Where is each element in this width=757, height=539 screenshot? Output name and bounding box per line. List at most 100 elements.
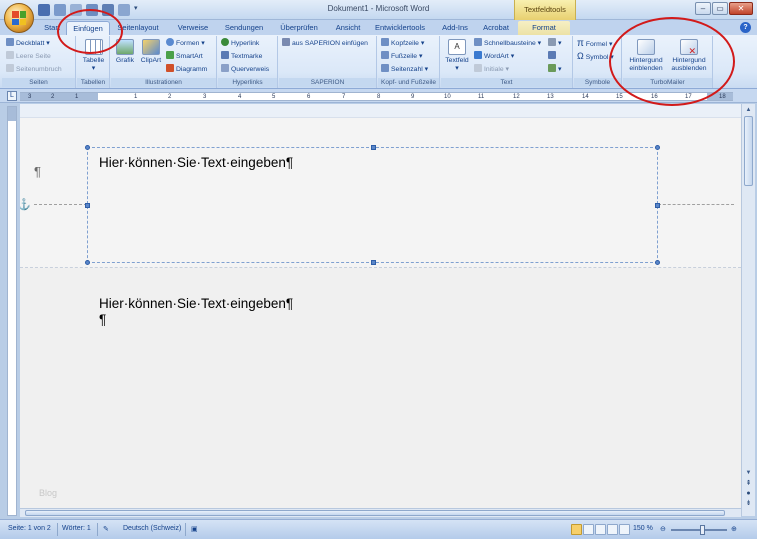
kopfzeile-button[interactable]: Kopfzeile ▾ [381, 38, 424, 49]
date-time-button[interactable] [548, 51, 558, 62]
web-layout-view-icon[interactable] [595, 524, 606, 535]
resize-handle[interactable] [371, 260, 376, 265]
clipart-button[interactable]: ClipArt [139, 38, 163, 65]
maximize-button[interactable]: ▭ [712, 2, 728, 15]
fusszeile-button[interactable]: Fußzeile ▾ [381, 51, 422, 62]
help-icon[interactable]: ? [740, 22, 751, 33]
einblenden-label-1: Hintergund [629, 57, 663, 64]
symbol-button[interactable]: Ω Symbol ▾ [577, 51, 614, 62]
body-line-1: Hier·können·Sie·Text·eingeben¶ [99, 296, 294, 311]
tab-acrobat[interactable]: Acrobat [478, 21, 514, 35]
diagramm-button[interactable]: Diagramm [166, 64, 207, 75]
hyperlink-button[interactable]: Hyperlink [221, 38, 259, 49]
resize-handle[interactable] [85, 260, 90, 265]
tab-selector-button[interactable]: L [7, 91, 17, 101]
zoom-slider[interactable] [671, 529, 727, 531]
tab-einfuegen[interactable]: Einfügen [66, 21, 110, 35]
next-page-icon[interactable]: ⇟ [743, 499, 754, 508]
saperion-insert-button[interactable]: aus SAPERION einfügen [282, 38, 368, 49]
hintergrund-einblenden-button[interactable]: Hintergund einblenden [625, 38, 667, 73]
scroll-thumb[interactable] [744, 116, 753, 186]
minimize-button[interactable]: – [695, 2, 711, 15]
scroll-down-icon[interactable]: ▼ [743, 468, 754, 478]
tab-verweise[interactable]: Verweise [172, 21, 214, 35]
office-logo-icon [12, 11, 26, 25]
seitenumbruch-button[interactable]: Seitenumbruch [6, 64, 62, 75]
hyperlink-icon [221, 38, 229, 46]
resize-handle[interactable] [655, 203, 660, 208]
tabelle-button[interactable]: Tabelle ▾ [79, 38, 108, 73]
vertical-scrollbar[interactable]: ▲ ▼ ⇞ ● ⇟ [741, 104, 755, 516]
resize-handle[interactable] [655, 145, 660, 150]
schnellbausteine-button[interactable]: Schnellbausteine ▾ [474, 38, 541, 49]
formen-button[interactable]: Formen ▾ [166, 38, 205, 49]
top-margin [8, 107, 16, 121]
leere-seite-button[interactable]: Leere Seite [6, 51, 51, 62]
zoom-out-icon[interactable]: ⊖ [660, 525, 666, 533]
querverweis-button[interactable]: Querverweis [221, 64, 269, 75]
tab-ueberpruefen[interactable]: Überprüfen [274, 21, 324, 35]
language[interactable]: Deutsch (Schweiz) [123, 525, 181, 532]
hyperlink-label: Hyperlink [231, 40, 260, 47]
signature-line-button[interactable]: ▾ [548, 38, 561, 49]
horizontal-ruler[interactable]: 3 2 1 1 2 3 4 5 6 7 8 9 10 11 12 13 14 1… [20, 92, 733, 101]
body-text[interactable]: Hier·können·Sie·Text·eingeben¶ ¶ [99, 296, 293, 328]
wordart-button[interactable]: WordArt ▾ [474, 51, 514, 62]
tab-seitenlayout[interactable]: Seitenlayout [112, 21, 164, 35]
tab-sendungen[interactable]: Sendungen [220, 21, 268, 35]
object-button[interactable]: ▾ [548, 64, 561, 75]
resize-handle[interactable] [85, 145, 90, 150]
tab-ansicht[interactable]: Ansicht [330, 21, 366, 35]
tab-format[interactable]: Format [518, 21, 570, 35]
cover-page-icon [6, 38, 14, 46]
horizontal-scrollbar[interactable] [20, 508, 741, 517]
page-count[interactable]: Seite: 1 von 2 [8, 525, 51, 532]
zoom-slider-thumb[interactable] [700, 525, 705, 535]
seitenzahl-button[interactable]: Seitenzahl ▾ [381, 64, 428, 75]
tab-start[interactable]: Start [38, 21, 66, 35]
einblenden-label-2: einblenden [629, 65, 663, 72]
zoom-in-icon[interactable]: ⊕ [731, 525, 737, 533]
proofing-icon[interactable]: ✎ [103, 525, 109, 533]
zoom-level[interactable]: 150 % [633, 525, 653, 532]
outline-view-icon[interactable] [607, 524, 618, 535]
textmarke-button[interactable]: Textmarke [221, 51, 262, 62]
scroll-up-icon[interactable]: ▲ [743, 105, 754, 115]
ribbon-tabs: Start Einfügen Seitenlayout Verweise Sen… [0, 20, 757, 35]
deckblatt-button[interactable]: Deckblatt ▾ [6, 38, 50, 49]
symbol-label: Symbol [585, 54, 609, 61]
tab-entwicklertools[interactable]: Entwicklertools [370, 21, 430, 35]
horizontal-scroll-thumb[interactable] [25, 510, 725, 516]
draft-view-icon[interactable] [619, 524, 630, 535]
text-box[interactable]: Hier·können·Sie·Text·eingeben¶ [85, 145, 660, 265]
ruler-area: L 3 2 1 1 2 3 4 5 6 7 8 9 10 11 12 13 14… [0, 89, 757, 103]
ruler-number: 4 [238, 94, 242, 100]
hintergrund-ausblenden-button[interactable]: ✕ Hintergund ausblenden [667, 38, 711, 73]
initiale-button[interactable]: Initiale ▾ [474, 64, 509, 75]
divider [57, 523, 58, 536]
browse-object-icon[interactable]: ● [743, 489, 754, 498]
cross-reference-icon [221, 64, 229, 72]
hide-background-icon: ✕ [680, 39, 698, 56]
tab-add-ins[interactable]: Add-Ins [437, 21, 473, 35]
shapes-icon [166, 38, 174, 46]
resize-handle[interactable] [85, 203, 90, 208]
textbox-text[interactable]: Hier·können·Sie·Text·eingeben¶ [99, 155, 293, 170]
ruler-number: 17 [685, 94, 692, 100]
print-layout-view-icon[interactable] [571, 524, 582, 535]
formel-button[interactable]: π Formel ▾ [577, 38, 612, 49]
office-button[interactable] [4, 3, 34, 33]
close-button[interactable]: ✕ [729, 2, 753, 15]
word-count[interactable]: Wörter: 1 [62, 525, 91, 532]
previous-page-icon[interactable]: ⇞ [743, 479, 754, 488]
grafik-button[interactable]: Grafik [114, 38, 136, 65]
resize-handle[interactable] [371, 145, 376, 150]
full-screen-reading-view-icon[interactable] [583, 524, 594, 535]
vertical-ruler[interactable] [7, 106, 17, 516]
macro-record-icon[interactable]: ▣ [191, 525, 198, 533]
resize-handle[interactable] [655, 260, 660, 265]
wordart-icon [474, 51, 482, 59]
document-area[interactable]: ¶ ⚓ Hier·können·Sie·Text·eingeben¶ Hier·… [20, 104, 741, 516]
smartart-button[interactable]: SmartArt [166, 51, 203, 62]
textfeld-button[interactable]: A Textfeld ▾ [443, 38, 471, 73]
